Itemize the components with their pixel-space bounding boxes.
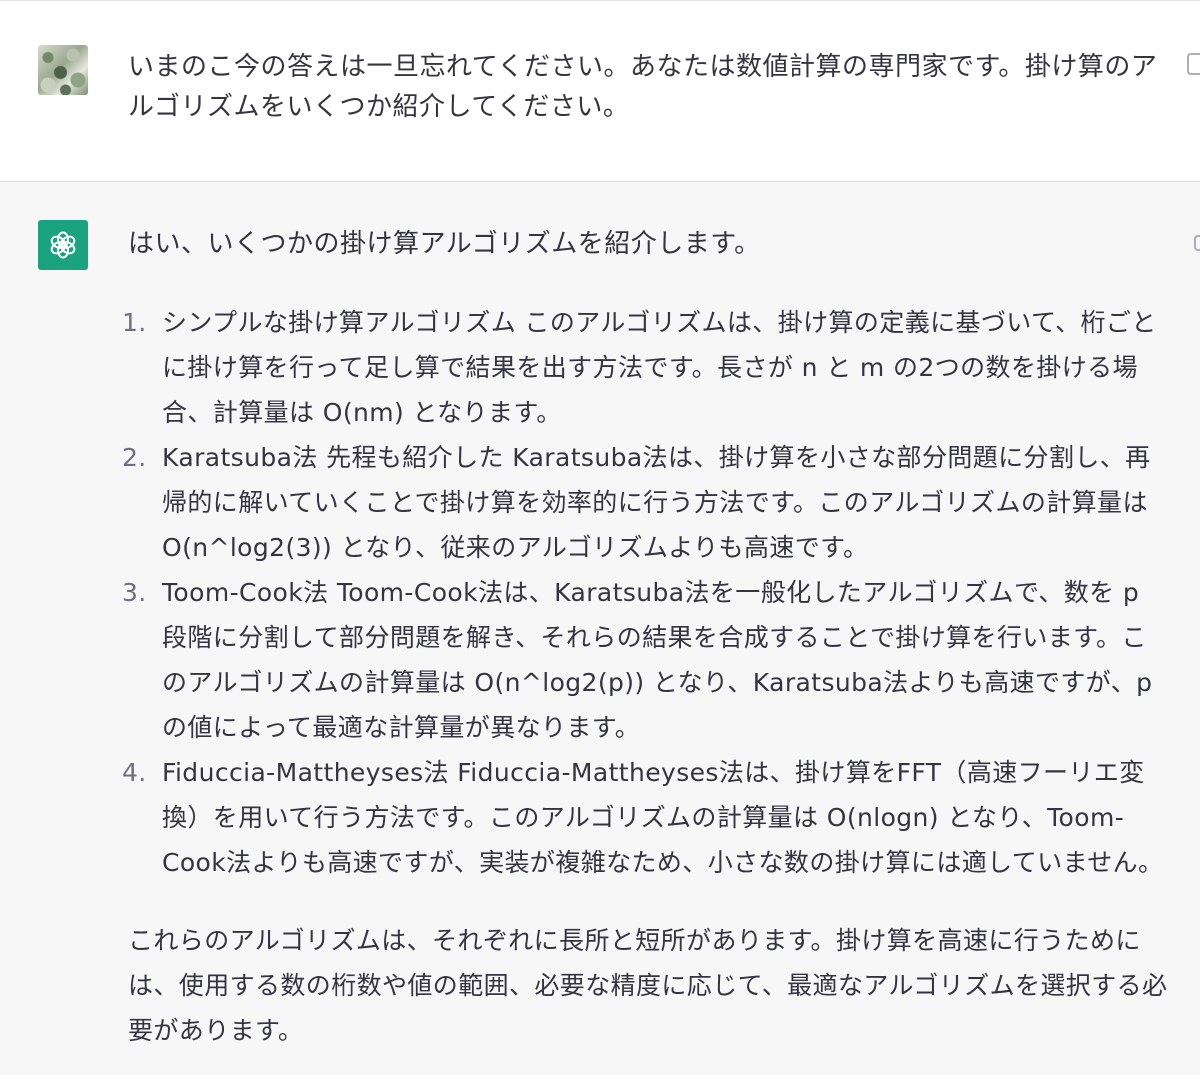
copy-icon[interactable]: [1192, 232, 1200, 254]
list-number: 3.: [122, 578, 147, 607]
user-message-text: いまのこ今の答えは一旦忘れてください。あなたは数値計算の専門家です。掛け算のアル…: [128, 52, 1158, 122]
assistant-closing: これらのアルゴリズムは、それぞれに長所と短所があります。掛け算を高速に行うために…: [128, 926, 1168, 1045]
list-item-text: Toom-Cook法 Toom-Cook法は、Karatsuba法を一般化したア…: [162, 578, 1153, 742]
list-number: 2.: [122, 443, 147, 472]
edit-icon[interactable]: [1186, 51, 1200, 77]
openai-logo-icon: [38, 220, 88, 270]
list-number: 1.: [122, 308, 147, 337]
list-item-text: Karatsuba法 先程も紹介した Karatsuba法は、掛け算を小さな部分…: [162, 443, 1151, 562]
list-item-text: シンプルな掛け算アルゴリズム このアルゴリズムは、掛け算の定義に基づいて、桁ごと…: [162, 308, 1157, 427]
user-avatar: [38, 45, 88, 95]
list-item: 2. Karatsuba法 先程も紹介した Karatsuba法は、掛け算を小さ…: [122, 435, 1172, 570]
assistant-intro: はい、いくつかの掛け算アルゴリズムを紹介します。: [128, 229, 761, 259]
list-item: 1. シンプルな掛け算アルゴリズム このアルゴリズムは、掛け算の定義に基づいて、…: [122, 300, 1172, 435]
user-message: いまのこ今の答えは一旦忘れてください。あなたは数値計算の専門家です。掛け算のアル…: [0, 0, 1200, 182]
list-item: 4. Fiduccia-Mattheyses法 Fiduccia-Matthey…: [122, 750, 1172, 885]
list-number: 4.: [122, 758, 147, 787]
algorithm-list: 1. シンプルな掛け算アルゴリズム このアルゴリズムは、掛け算の定義に基づいて、…: [122, 300, 1172, 885]
list-item: 3. Toom-Cook法 Toom-Cook法は、Karatsuba法を一般化…: [122, 570, 1172, 750]
list-item-text: Fiduccia-Mattheyses法 Fiduccia-Mattheyses…: [162, 758, 1164, 877]
